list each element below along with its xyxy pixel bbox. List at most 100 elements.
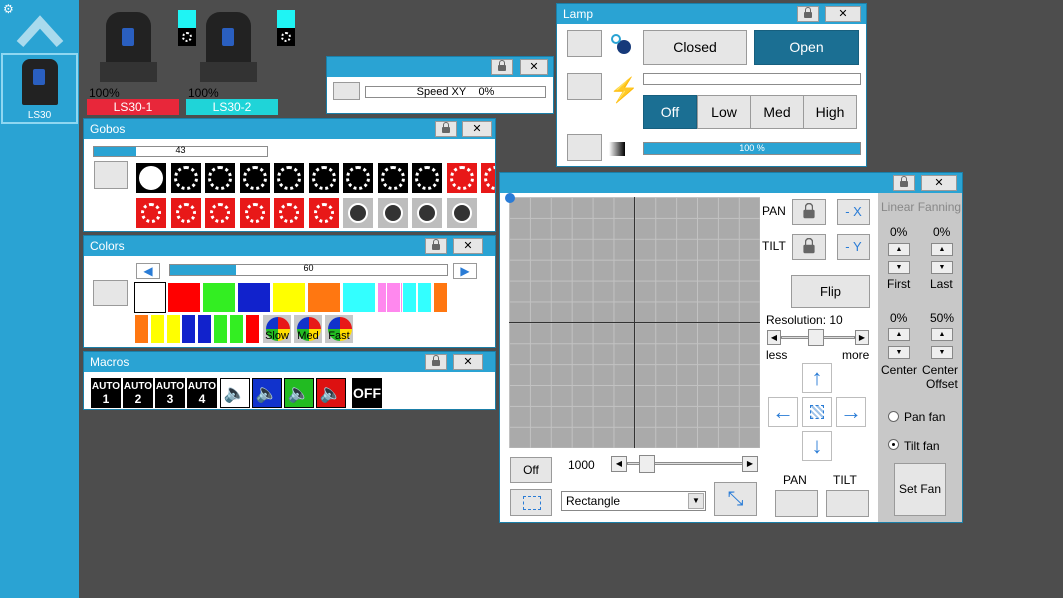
apply-shape-button[interactable]: ⤡	[714, 482, 757, 516]
gobo-rotation-3[interactable]	[412, 198, 442, 228]
color-wheel-slow[interactable]: Slow	[262, 314, 292, 344]
gear-icon[interactable]: ⚙	[3, 2, 14, 16]
gobo-16[interactable]	[274, 198, 304, 228]
center-decrease[interactable]: ▼	[888, 346, 910, 359]
lock-button[interactable]	[491, 59, 513, 75]
gobo-6[interactable]	[308, 163, 339, 193]
color-swatch[interactable]	[213, 314, 228, 344]
gobo-2[interactable]	[170, 163, 201, 193]
gobo-1[interactable]	[136, 163, 166, 193]
chevron-up-icon[interactable]	[16, 10, 64, 50]
gobo-9[interactable]	[412, 163, 442, 193]
macro-auto-4[interactable]: AUTO 4	[187, 378, 217, 408]
lock-button[interactable]	[893, 175, 915, 191]
last-increase[interactable]: ▲	[931, 243, 953, 256]
color-swatch[interactable]	[167, 282, 201, 313]
color-swatch[interactable]	[386, 282, 401, 313]
gobo-rotation-4[interactable]	[446, 198, 477, 228]
color-swatch[interactable]	[149, 314, 165, 344]
lamp-shutter-button[interactable]	[567, 30, 602, 57]
gobo-open-button[interactable]	[94, 161, 128, 189]
gobo-3[interactable]	[205, 163, 235, 193]
fixture-2-label[interactable]: LS30-2	[186, 99, 278, 115]
move-left-button[interactable]: ←	[768, 397, 798, 427]
macro-sound-2[interactable]: 🔈	[252, 378, 282, 408]
fan-off-button[interactable]: Off	[643, 95, 697, 129]
close-button[interactable]: ✕	[453, 238, 483, 254]
size-increase[interactable]: ▶	[742, 456, 758, 472]
macro-sound-3[interactable]: 🔈	[284, 378, 314, 408]
color-swatch[interactable]	[134, 314, 149, 344]
first-decrease[interactable]: ▼	[888, 261, 910, 274]
tilt-fine-button[interactable]	[826, 490, 869, 517]
macro-off-button[interactable]: OFF	[352, 378, 382, 408]
gobo-10[interactable]	[446, 163, 477, 193]
pan-fine-button[interactable]	[775, 490, 818, 517]
shape-select[interactable]: Rectangle ▼	[561, 491, 706, 511]
macro-sound-1[interactable]: 🔈	[220, 378, 250, 408]
color-swatch[interactable]	[244, 314, 260, 344]
size-decrease[interactable]: ◀	[611, 456, 627, 472]
color-swatch[interactable]	[272, 282, 306, 313]
fixture-tile-ls30[interactable]: LS30	[1, 53, 78, 124]
shutter-closed-button[interactable]: Closed	[643, 30, 747, 65]
set-fan-button[interactable]: Set Fan	[894, 463, 946, 516]
gobo-8[interactable]	[377, 163, 408, 193]
movement-off-button[interactable]: Off	[510, 457, 552, 483]
move-right-button[interactable]: →	[836, 397, 866, 427]
fixture-ls30-1[interactable]	[100, 12, 157, 86]
gobo-7[interactable]	[343, 163, 373, 193]
chevron-down-icon[interactable]: ▼	[688, 493, 704, 509]
color-swatch[interactable]	[202, 282, 236, 313]
color-wheel-fast[interactable]: Fast	[324, 314, 354, 344]
gobo-rotation-2[interactable]	[377, 198, 408, 228]
fixture-ls30-2[interactable]	[200, 12, 257, 86]
color-swatch[interactable]	[197, 314, 213, 344]
macro-auto-3[interactable]: AUTO 3	[155, 378, 185, 408]
lock-button[interactable]	[797, 6, 819, 22]
last-decrease[interactable]: ▼	[931, 261, 953, 274]
color-swatch[interactable]	[228, 314, 244, 344]
color-swatch[interactable]	[417, 282, 432, 313]
color-swatch[interactable]	[237, 282, 271, 313]
color-swatch[interactable]	[181, 314, 197, 344]
fixture-1-label[interactable]: LS30-1	[87, 99, 179, 115]
gobo-slider[interactable]: 43	[93, 145, 268, 157]
gobo-rotation-1[interactable]	[343, 198, 373, 228]
color-open-button[interactable]	[93, 280, 128, 306]
size-slider-thumb[interactable]	[639, 455, 655, 473]
close-button[interactable]: ✕	[520, 59, 548, 75]
lock-button[interactable]	[425, 238, 447, 254]
close-button[interactable]: ✕	[453, 354, 483, 370]
color-swatch[interactable]	[432, 282, 448, 313]
color-swatch[interactable]	[401, 282, 417, 313]
gobo-15[interactable]	[239, 198, 270, 228]
pan-lock-button[interactable]	[792, 199, 826, 225]
resolution-increase[interactable]: ▶	[855, 330, 869, 345]
fan-high-button[interactable]: High	[803, 95, 857, 129]
xy-pad[interactable]	[505, 193, 760, 448]
xy-cursor[interactable]	[505, 193, 515, 203]
gobo-14[interactable]	[205, 198, 235, 228]
offset-increase[interactable]: ▲	[931, 328, 953, 341]
center-button[interactable]	[802, 397, 832, 427]
pan-fan-radio[interactable]	[888, 411, 899, 422]
color-swatch[interactable]	[165, 314, 181, 344]
gobo-4[interactable]	[239, 163, 270, 193]
macro-auto-2[interactable]: AUTO 2	[123, 378, 153, 408]
dimmer-toggle-button[interactable]	[567, 134, 602, 161]
speed-toggle-button[interactable]	[333, 82, 360, 100]
lock-button[interactable]	[425, 354, 447, 370]
tilt-lock-button[interactable]	[792, 234, 826, 260]
gobo-11[interactable]	[481, 163, 495, 193]
close-button[interactable]: ✕	[825, 6, 861, 22]
lock-button[interactable]	[435, 121, 457, 137]
move-up-button[interactable]: ↑	[802, 363, 832, 393]
macro-auto-1[interactable]: AUTO 1	[91, 378, 121, 408]
offset-decrease[interactable]: ▼	[931, 346, 953, 359]
resolution-slider-thumb[interactable]	[808, 329, 824, 346]
gobo-12[interactable]	[136, 198, 166, 228]
center-increase[interactable]: ▲	[888, 328, 910, 341]
color-wheel-med[interactable]: Med	[293, 314, 323, 344]
color-swatch[interactable]	[307, 282, 341, 313]
